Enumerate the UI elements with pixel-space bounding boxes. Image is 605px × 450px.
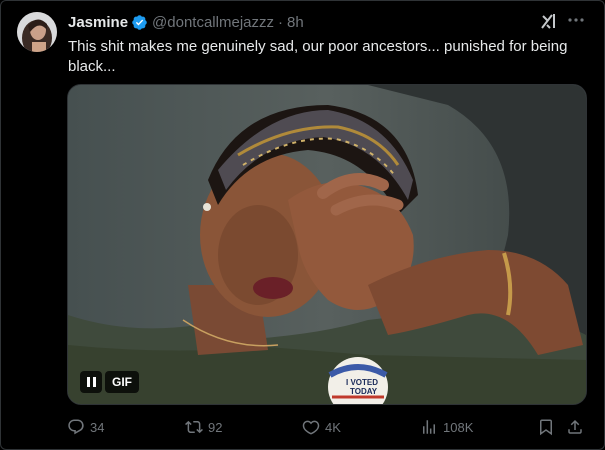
share-icon	[568, 419, 582, 434]
views-button[interactable]: 108K	[420, 415, 473, 439]
separator-dot: ·	[278, 13, 283, 31]
sticker-text-1: I VOTED	[346, 378, 378, 387]
pause-icon-bar-right	[92, 377, 96, 387]
more-icon[interactable]	[567, 9, 585, 31]
bookmark-icon	[540, 419, 552, 436]
grok-icon[interactable]	[539, 11, 559, 31]
reply-count: 34	[90, 419, 105, 435]
avatar-image	[17, 12, 57, 52]
author-handle[interactable]: @dontcallmejazzz	[152, 14, 274, 31]
reply-icon	[68, 419, 84, 435]
verified-badge-icon	[132, 14, 147, 30]
like-count: 4K	[325, 419, 341, 435]
tweet-header: Jasmine @dontcallmejazzz · 8h	[68, 12, 304, 32]
tweet-time[interactable]: 8h	[287, 14, 304, 31]
like-button[interactable]: 4K	[302, 415, 341, 439]
heart-icon	[302, 420, 320, 435]
author-name[interactable]: Jasmine	[68, 14, 128, 31]
bookmark-button[interactable]	[537, 415, 560, 439]
gif-badge: GIF	[105, 371, 139, 393]
sticker-text-2: TODAY	[350, 387, 378, 396]
pause-icon-bar-left	[86, 377, 90, 387]
repost-icon	[185, 420, 203, 434]
views-count: 108K	[443, 419, 474, 435]
repost-button[interactable]: 92	[185, 415, 222, 439]
share-button[interactable]	[566, 415, 589, 439]
tweet-actions: 34 92 4K 108K	[0, 415, 605, 439]
views-icon	[423, 420, 435, 434]
avatar[interactable]	[17, 12, 57, 52]
tweet-text: This shit makes me genuinely sad, our po…	[68, 38, 568, 75]
tweet-media-gif[interactable]: I VOTED TODAY	[67, 84, 587, 405]
reply-button[interactable]: 34	[67, 415, 104, 439]
gif-controls: GIF	[80, 371, 139, 393]
gif-image: I VOTED TODAY	[68, 85, 586, 404]
pause-button[interactable]	[80, 371, 102, 393]
repost-count: 92	[208, 419, 223, 435]
